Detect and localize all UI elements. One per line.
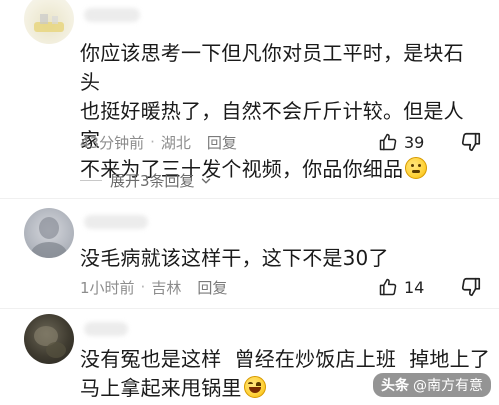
thumbs-down-icon[interactable] xyxy=(460,276,482,298)
like-button[interactable]: 39 xyxy=(378,131,424,153)
username[interactable] xyxy=(84,322,128,336)
divider xyxy=(0,308,499,309)
thumbs-up-icon xyxy=(379,133,397,151)
thumbs-up-icon xyxy=(379,278,397,296)
chevron-down-icon xyxy=(201,178,210,183)
like-button[interactable]: 14 xyxy=(378,276,424,298)
reply-button[interactable]: 回复 xyxy=(197,277,227,298)
comment-meta: 43分钟前 · 湖北 回复 xyxy=(80,132,237,152)
location: 湖北 xyxy=(160,133,191,152)
thumbs-down-icon[interactable] xyxy=(460,131,482,153)
username[interactable] xyxy=(84,215,148,229)
like-count: 14 xyxy=(404,277,425,297)
comment-meta: 1小时前 · 吉林 回复 xyxy=(80,277,227,297)
comment-text: 没毛病就该这样干，这下不是30了 xyxy=(80,244,481,273)
timestamp: 1小时前 xyxy=(80,278,135,297)
separator: · xyxy=(140,278,146,296)
expand-replies-button[interactable]: 展开3条回复 xyxy=(80,170,213,191)
like-count: 39 xyxy=(404,132,425,152)
thinking-face-icon xyxy=(405,157,428,179)
username[interactable] xyxy=(84,8,140,22)
comment-text: 你应该思考一下但凡你对员工平时，是块石头 也挺好暖热了，自然不会斤斤计较。但是人… xyxy=(80,39,481,184)
comment-line: 没毛病就该这样干，这下不是30了 xyxy=(80,246,389,270)
reply-button[interactable]: 回复 xyxy=(207,132,237,153)
watermark: 头条 @南方有意 xyxy=(373,373,491,397)
avatar[interactable] xyxy=(24,314,74,364)
watermark-handle: @南方有意 xyxy=(413,378,483,394)
divider xyxy=(0,198,499,199)
expand-divider-line xyxy=(80,180,102,181)
avatar[interactable] xyxy=(24,0,74,44)
separator: · xyxy=(150,133,155,151)
comment-line: 没有冤也是这样 曾经在炒饭店上班 掉地上了 xyxy=(80,347,491,371)
watermark-brand: 头条 xyxy=(381,378,409,394)
expand-replies-label: 展开3条回复 xyxy=(110,172,195,190)
avatar[interactable] xyxy=(24,208,74,258)
laughing-tears-icon xyxy=(243,376,266,398)
location: 吉林 xyxy=(151,278,182,297)
comment-line: 你应该思考一下但凡你对员工平时，是块石头 xyxy=(80,41,464,94)
timestamp: 43分钟前 xyxy=(80,133,145,152)
